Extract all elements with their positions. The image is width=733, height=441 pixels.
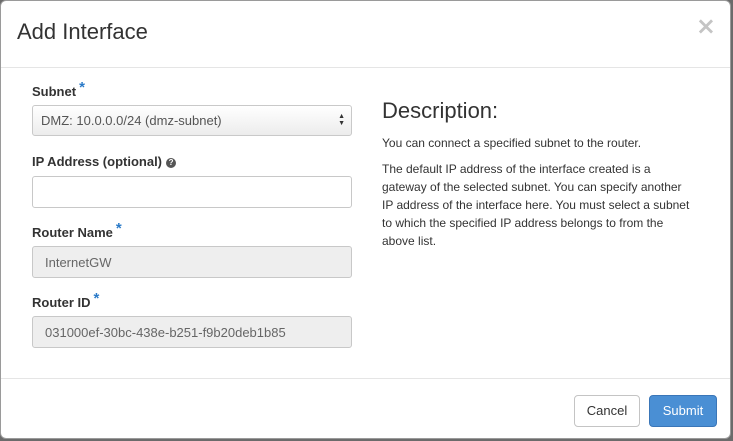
modal-title: Add Interface xyxy=(17,19,148,44)
submit-button[interactable]: Submit xyxy=(649,395,717,427)
router-id-input xyxy=(32,316,352,348)
router-name-label: Router Name * xyxy=(32,220,122,241)
required-marker: * xyxy=(93,290,100,307)
subnet-label: Subnet * xyxy=(32,79,85,100)
subnet-label-text: Subnet xyxy=(32,84,77,99)
modal-footer: Cancel Submit xyxy=(1,378,730,438)
description-paragraph: The default IP address of the interface … xyxy=(382,162,690,248)
ip-address-label: IP Address (optional)? xyxy=(32,154,177,169)
cancel-button[interactable]: Cancel xyxy=(574,395,640,427)
close-icon[interactable]: × xyxy=(696,14,716,38)
description-paragraph: You can connect a specified subnet to th… xyxy=(382,136,642,150)
ip-address-input[interactable] xyxy=(32,176,352,208)
description-panel: Description: You can connect a specified… xyxy=(382,98,692,258)
question-circle-icon[interactable]: ? xyxy=(166,158,177,168)
router-id-label-text: Router ID xyxy=(32,295,91,310)
subnet-select-value: DMZ: 10.0.0.0/24 (dmz-subnet) xyxy=(41,113,222,128)
subnet-select[interactable]: DMZ: 10.0.0.0/24 (dmz-subnet) ▲ ▼ xyxy=(32,105,352,136)
required-marker: * xyxy=(79,79,85,96)
select-arrows-icon: ▲ ▼ xyxy=(338,113,345,127)
router-id-label: Router ID * xyxy=(32,290,99,311)
required-marker: * xyxy=(115,220,122,237)
router-name-label-text: Router Name xyxy=(32,225,113,240)
modal-header: Add Interface × xyxy=(1,1,730,68)
add-interface-modal: Add Interface × Subnet * DMZ: 10.0.0.0/24… xyxy=(0,0,731,439)
description-title: Description: xyxy=(382,98,499,123)
ip-address-label-text: IP Address (optional) xyxy=(32,154,163,169)
router-name-input xyxy=(32,246,352,278)
